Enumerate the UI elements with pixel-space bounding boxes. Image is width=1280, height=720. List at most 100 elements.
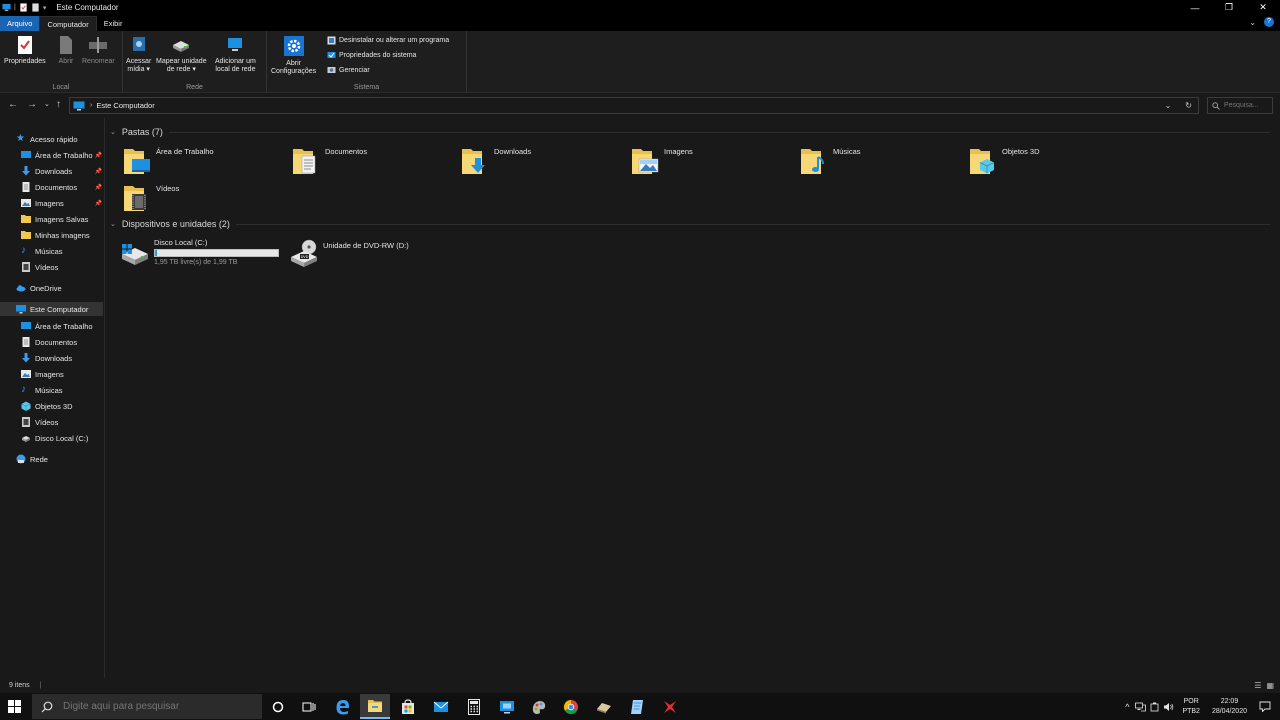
remote-desktop-icon[interactable] — [492, 694, 522, 719]
nav-quick-item[interactable]: Área de Trabalho 📌 — [21, 148, 105, 162]
volume-icon[interactable] — [1163, 702, 1174, 712]
nav-pc-item[interactable]: ♪ Músicas — [21, 383, 63, 397]
music-folder-icon — [801, 149, 824, 174]
power-icon[interactable] — [1150, 702, 1159, 712]
music-note-icon: ♪ — [21, 384, 26, 395]
title-bar: | ▾ Este Computador — ❐ ✕ — [0, 0, 1280, 15]
nav-pc-item[interactable]: Disco Local (C:) — [21, 431, 88, 445]
manage-button[interactable]: Gerenciar — [327, 66, 370, 75]
open-button[interactable]: Abrir — [57, 35, 75, 66]
nav-this-pc[interactable]: Este Computador — [0, 302, 103, 316]
nav-quick-item[interactable]: Downloads 📌 — [21, 164, 105, 178]
action-center-icon[interactable] — [1259, 701, 1271, 712]
close-button[interactable]: ✕ — [1246, 0, 1280, 15]
tab-arquivo[interactable]: Arquivo — [0, 16, 40, 31]
desktop-icon — [21, 151, 31, 158]
help-icon[interactable]: ? — [1264, 17, 1274, 27]
nav-network[interactable]: Rede — [16, 452, 48, 466]
folder-item[interactable]: Músicas — [799, 146, 861, 176]
folder-item[interactable]: Vídeos — [122, 183, 179, 213]
drive-usage-bar — [154, 249, 279, 257]
properties-quick-icon[interactable] — [19, 3, 28, 12]
details-view-icon[interactable]: ☰ — [1254, 681, 1261, 690]
file-explorer-icon[interactable] — [360, 694, 390, 719]
network-status-icon[interactable] — [1135, 702, 1147, 712]
nav-quick-item[interactable]: Vídeos — [21, 260, 58, 274]
nav-pc-item[interactable]: Área de Trabalho — [21, 319, 93, 333]
task-view-icon[interactable] — [294, 694, 324, 719]
folder-item[interactable]: Área de Trabalho — [122, 146, 214, 176]
game-app-icon[interactable] — [589, 694, 619, 719]
calculator-icon[interactable] — [459, 694, 489, 719]
map-network-drive-button[interactable]: Mapear unidade de rede ▾ — [156, 35, 207, 74]
documents-folder-icon — [293, 149, 316, 174]
open-icon — [60, 36, 72, 54]
edge-browser-icon[interactable] — [328, 694, 358, 719]
drive-item-c[interactable]: Disco Local (C:) 1,95 TB livre(s) de 1,9… — [120, 238, 279, 268]
recent-locations-chevron-icon[interactable]: ⌄ — [44, 100, 50, 110]
system-properties-button[interactable]: Propriedades do sistema — [327, 51, 416, 60]
nav-onedrive[interactable]: OneDrive — [16, 281, 62, 295]
taskbar-search-box[interactable] — [32, 694, 262, 719]
drive-item-d[interactable]: DVD Unidade de DVD-RW (D:) — [289, 238, 409, 268]
nav-quick-item[interactable]: ♪ Músicas — [21, 244, 63, 258]
refresh-icon[interactable]: ↻ — [1185, 101, 1192, 110]
drive-name: Unidade de DVD-RW (D:) — [323, 241, 409, 250]
microsoft-store-icon[interactable] — [393, 694, 423, 719]
taskbar-search-input[interactable] — [63, 701, 243, 712]
notes-app-icon[interactable] — [622, 694, 652, 719]
uninstall-program-button[interactable]: Desinstalar ou alterar um programa — [327, 36, 449, 45]
devices-group-header[interactable]: ⌄ Dispositivos e unidades (2) — [110, 219, 1270, 229]
nav-pc-item[interactable]: Downloads — [21, 351, 72, 365]
input-language-indicator[interactable]: POR PTB2 — [1182, 697, 1200, 717]
collapse-chevron-icon: ⌄ — [110, 221, 116, 228]
new-folder-quick-icon[interactable] — [31, 3, 40, 12]
nav-pc-item[interactable]: Objetos 3D — [21, 399, 73, 413]
search-box[interactable] — [1207, 97, 1273, 114]
folder-item[interactable]: Imagens — [630, 146, 693, 176]
breadcrumb-separator-icon: › — [90, 102, 93, 109]
minimize-button[interactable]: — — [1178, 0, 1212, 15]
up-arrow-icon[interactable]: ↑ — [56, 100, 61, 110]
nav-quick-item[interactable]: Minhas imagens — [21, 228, 90, 242]
folder-item[interactable]: Downloads — [460, 146, 531, 176]
address-bar[interactable]: › Este Computador ⌄ ↻ — [69, 97, 1199, 114]
access-media-button[interactable]: Acessar mídia ▾ — [126, 35, 151, 74]
folder-item[interactable]: Objetos 3D — [968, 146, 1040, 176]
nav-quick-item[interactable]: Documentos 📌 — [21, 180, 105, 194]
rename-button[interactable]: Renomear — [82, 35, 115, 66]
chrome-browser-icon[interactable] — [556, 694, 586, 719]
cortana-icon[interactable] — [263, 694, 293, 719]
large-icons-view-icon[interactable]: ▦ — [1266, 681, 1274, 690]
windows-start-icon[interactable] — [8, 700, 21, 713]
nav-pc-item[interactable]: Vídeos — [21, 415, 58, 429]
back-arrow-icon[interactable]: ← — [8, 100, 18, 110]
breadcrumb-this-pc[interactable]: Este Computador — [96, 101, 154, 110]
collapse-ribbon-icon[interactable]: ⌄ — [1249, 18, 1256, 27]
open-settings-button[interactable]: Abrir Configurações — [271, 35, 316, 76]
clock[interactable]: 22:09 28/04/2020 — [1212, 697, 1247, 717]
forward-arrow-icon[interactable]: → — [27, 100, 37, 110]
address-history-chevron-icon[interactable]: ⌄ — [1165, 101, 1172, 110]
maximize-button[interactable]: ❐ — [1212, 0, 1246, 15]
nav-quick-item[interactable]: Imagens Salvas — [21, 212, 88, 226]
nav-quick-item[interactable]: Imagens 📌 — [21, 196, 105, 210]
folder-item[interactable]: Documentos — [291, 146, 367, 176]
tab-exibir[interactable]: Exibir — [97, 16, 130, 31]
nav-quick-access[interactable]: ★ Acesso rápido — [16, 132, 78, 146]
properties-button[interactable]: Propriedades — [4, 35, 46, 66]
tab-computador[interactable]: Computador — [39, 16, 97, 31]
customize-quick-access-icon[interactable]: ▾ — [43, 4, 47, 12]
ribbon-tabs: Arquivo Computador Exibir ⌄ ? — [0, 15, 1280, 31]
red-game-icon[interactable] — [655, 694, 685, 719]
search-input[interactable] — [1224, 102, 1268, 109]
mail-icon[interactable] — [426, 694, 456, 719]
collapse-chevron-icon: ⌄ — [110, 129, 116, 136]
nav-pc-item[interactable]: Documentos — [21, 335, 77, 349]
paint-3d-icon[interactable] — [524, 694, 554, 719]
show-hidden-icons-icon[interactable]: ^ — [1125, 702, 1129, 712]
this-pc-icon — [2, 3, 11, 11]
nav-pc-item[interactable]: Imagens — [21, 367, 64, 381]
folders-group-header[interactable]: ⌄ Pastas (7) — [110, 127, 1270, 137]
add-network-location-button[interactable]: Adicionar um local de rede — [215, 35, 256, 74]
